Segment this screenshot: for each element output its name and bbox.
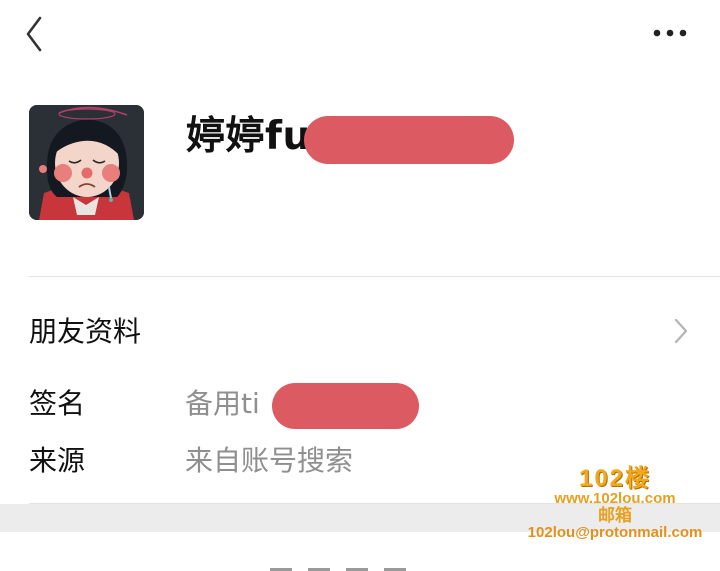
friend-info-row[interactable]: 朋友资料 [0, 300, 720, 360]
signature-value: 备用ti [185, 387, 260, 420]
watermark-email: 102lou@protonmail.com [527, 523, 703, 541]
watermark-mail-label: 邮箱 [598, 505, 632, 525]
more-options-button[interactable] [646, 18, 694, 48]
nickname: 婷婷fu [186, 114, 311, 159]
avatar-illustration [29, 105, 144, 220]
profile-header: 婷婷fu [0, 80, 720, 270]
nickname-row: 婷婷fu [186, 108, 311, 159]
redaction-mark [304, 116, 514, 164]
friend-info-title: 朋友资料 [29, 315, 142, 348]
source-value: 来自账号搜索 [185, 444, 354, 477]
watermark-site: www.102lou.com [554, 490, 676, 508]
cropped-bottom-text [270, 556, 450, 571]
chevron-left-icon [26, 16, 42, 52]
divider [29, 276, 720, 277]
top-navigation-bar [0, 0, 720, 70]
watermark-brand: 102楼 [578, 465, 652, 492]
back-button[interactable] [18, 12, 54, 56]
chevron-right-icon [674, 318, 688, 344]
avatar[interactable] [29, 105, 144, 220]
more-dots-icon [653, 29, 687, 37]
redaction-mark [272, 383, 419, 429]
source-label: 来源 [29, 444, 86, 477]
signature-label: 签名 [29, 387, 86, 420]
watermark: 102楼 www.102lou.com 邮箱 102lou@protonmail… [515, 466, 715, 566]
